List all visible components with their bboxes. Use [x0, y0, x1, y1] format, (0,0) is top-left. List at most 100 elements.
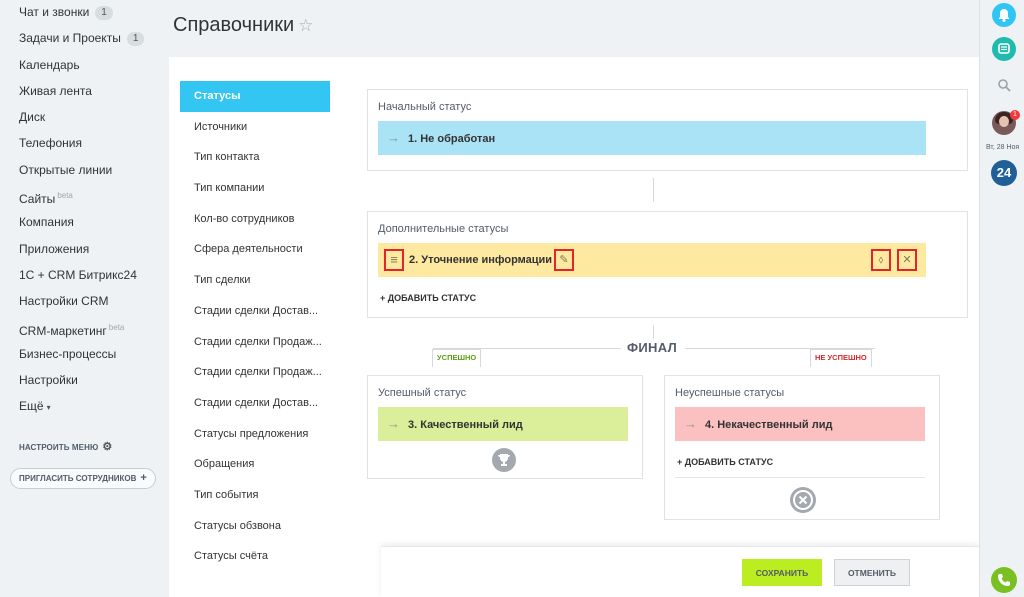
- menu-item-sites[interactable]: Сайты beta: [0, 186, 158, 212]
- bell-icon[interactable]: [992, 3, 1016, 27]
- success-tag: УСПЕШНО: [432, 349, 482, 367]
- status-row-fail[interactable]: → 4. Некачественный лид: [675, 407, 925, 441]
- color-picker-icon[interactable]: ⬨: [871, 249, 891, 271]
- tab-deal-stages-sales-1[interactable]: Стадии сделки Продаж...: [180, 327, 340, 358]
- directory-tabs: Статусы Источники Тип контакта Тип компа…: [180, 81, 340, 572]
- connector-line: [653, 325, 654, 339]
- menu-item-label: Компания: [19, 215, 74, 230]
- tab-statuses[interactable]: Статусы: [180, 81, 330, 112]
- drag-handle-icon[interactable]: ≡: [384, 249, 404, 271]
- menu-item-more[interactable]: Ещё ▾: [0, 396, 158, 422]
- final-label: ФИНАЛ: [627, 340, 677, 355]
- menu-item-crm-settings[interactable]: Настройки CRM: [0, 291, 158, 317]
- status-row-additional[interactable]: ≡ 2. Уточнение информации ✎ ⬨ ✕: [378, 243, 926, 277]
- add-status-button[interactable]: + ДОБАВИТЬ СТАТУС: [380, 293, 476, 303]
- bitrix24-logo-icon[interactable]: 24: [991, 160, 1017, 186]
- menu-item-feed[interactable]: Живая лента: [0, 81, 158, 107]
- menu-item-label: Сайты: [19, 192, 56, 207]
- tab-deal-stages-delivery-1[interactable]: Стадии сделки Достав...: [180, 296, 340, 327]
- beta-label: beta: [57, 191, 73, 201]
- menu-item-label: Настройки CRM: [19, 294, 109, 309]
- search-icon[interactable]: [992, 73, 1016, 97]
- counter-badge: 1: [95, 6, 113, 20]
- trophy-icon: [492, 448, 516, 472]
- menu-item-company[interactable]: Компания: [0, 212, 158, 238]
- tab-deal-stages-sales-2[interactable]: Стадии сделки Продаж...: [180, 357, 340, 388]
- tab-contact-type[interactable]: Тип контакта: [180, 142, 340, 173]
- save-button[interactable]: СОХРАНИТЬ: [742, 559, 822, 586]
- menu-item-label: Настройки: [19, 373, 78, 388]
- menu-item-label: Приложения: [19, 241, 90, 256]
- tab-deal-type[interactable]: Тип сделки: [180, 265, 340, 296]
- menu-item-calendar[interactable]: Календарь: [0, 55, 158, 81]
- menu-item-disk[interactable]: Диск: [0, 107, 158, 133]
- success-status-box: Успешный статус → 3. Качественный лид: [367, 375, 643, 479]
- setup-menu-link[interactable]: НАСТРОИТЬ МЕНЮ ⚙: [19, 440, 112, 453]
- menu-item-chat[interactable]: Чат и звонки 1: [0, 2, 158, 28]
- plus-icon: +: [140, 472, 147, 484]
- tab-employees-count[interactable]: Кол-во сотрудников: [180, 204, 340, 235]
- menu-item-label: 1С + CRM Битрикс24: [19, 267, 137, 282]
- chevron-down-icon: ▾: [46, 403, 51, 413]
- tab-salutations[interactable]: Обращения: [180, 449, 340, 480]
- add-fail-status-button[interactable]: + ДОБАВИТЬ СТАТУС: [677, 457, 773, 467]
- tab-invoice-statuses[interactable]: Статусы счёта: [180, 541, 340, 572]
- star-icon[interactable]: ☆: [298, 16, 313, 36]
- status-name: 1. Не обработан: [408, 133, 496, 145]
- right-panel: 24: [979, 0, 1024, 597]
- menu-item-1c-crm[interactable]: 1С + CRM Битрикс24: [0, 265, 158, 291]
- fail-tag: НЕ УСПЕШНО: [810, 349, 872, 367]
- tab-sources[interactable]: Источники: [180, 112, 340, 143]
- tab-event-type[interactable]: Тип события: [180, 480, 340, 511]
- menu-item-settings[interactable]: Настройки: [0, 370, 158, 396]
- fail-circle-icon: [790, 487, 816, 513]
- delete-icon[interactable]: ✕: [897, 249, 917, 271]
- menu-item-tasks[interactable]: Задачи и Проекты 1: [0, 28, 158, 54]
- cancel-button[interactable]: ОТМЕНИТЬ: [834, 559, 910, 586]
- menu-item-label: Открытые линии: [19, 162, 113, 177]
- initial-status-title: Начальный статус: [378, 101, 472, 113]
- gear-icon: ⚙: [102, 441, 113, 453]
- additional-status-box: Дополнительные статусы ≡ 2. Уточнение ин…: [367, 211, 968, 318]
- menu-item-label: Диск: [19, 110, 46, 125]
- notification-badge: 1: [1010, 110, 1020, 120]
- arrow-icon: →: [387, 416, 400, 431]
- menu-item-apps[interactable]: Приложения: [0, 239, 158, 265]
- connector-line: [653, 178, 654, 202]
- menu-item-label: Задачи и Проекты: [19, 31, 121, 46]
- menu-item-open-lines[interactable]: Открытые линии: [0, 160, 158, 186]
- status-row-initial[interactable]: → 1. Не обработан: [378, 121, 926, 155]
- status-name: 3. Качественный лид: [408, 419, 523, 431]
- page-title-text: Справочники: [173, 14, 295, 36]
- fail-status-box: Неуспешные статусы → 4. Некачественный ли…: [664, 375, 940, 520]
- tab-industry[interactable]: Сфера деятельности: [180, 234, 340, 265]
- date-label: Вт, 28 Ноя: [986, 144, 1020, 151]
- chat-icon[interactable]: [992, 37, 1016, 61]
- arrow-icon: →: [387, 130, 400, 145]
- form-footer: СОХРАНИТЬ ОТМЕНИТЬ: [381, 546, 979, 597]
- menu-item-crm-marketing[interactable]: CRM-маркетинг beta: [0, 318, 158, 344]
- menu-item-telephony[interactable]: Телефония: [0, 133, 158, 159]
- tab-deal-stages-delivery-2[interactable]: Стадии сделки Достав...: [180, 388, 340, 419]
- setup-menu-label: НАСТРОИТЬ МЕНЮ: [19, 443, 99, 452]
- tab-call-list-statuses[interactable]: Статусы обзвона: [180, 511, 340, 542]
- additional-status-title: Дополнительные статусы: [378, 223, 509, 235]
- status-name: 4. Некачественный лид: [705, 419, 833, 431]
- invite-employees-button[interactable]: ПРИГЛАСИТЬ СОТРУДНИКОВ +: [10, 468, 156, 489]
- menu-item-label: Бизнес-процессы: [19, 346, 117, 361]
- menu-item-label: Живая лента: [19, 83, 92, 98]
- fail-status-title: Неуспешные статусы: [675, 387, 785, 399]
- invite-label: ПРИГЛАСИТЬ СОТРУДНИКОВ: [19, 474, 137, 483]
- status-name: 2. Уточнение информации: [409, 254, 553, 266]
- menu-item-label: Календарь: [19, 57, 80, 72]
- phone-icon[interactable]: [991, 567, 1017, 593]
- tab-quote-statuses[interactable]: Статусы предложения: [180, 419, 340, 450]
- menu-item-bizproc[interactable]: Бизнес-процессы: [0, 344, 158, 370]
- tab-company-type[interactable]: Тип компании: [180, 173, 340, 204]
- edit-icon[interactable]: ✎: [554, 249, 574, 271]
- initial-status-box: Начальный статус → 1. Не обработан: [367, 89, 968, 171]
- status-row-success[interactable]: → 3. Качественный лид: [378, 407, 628, 441]
- page-title: Справочники ☆: [173, 14, 313, 37]
- counter-badge: 1: [126, 32, 145, 47]
- arrow-icon: →: [684, 416, 697, 431]
